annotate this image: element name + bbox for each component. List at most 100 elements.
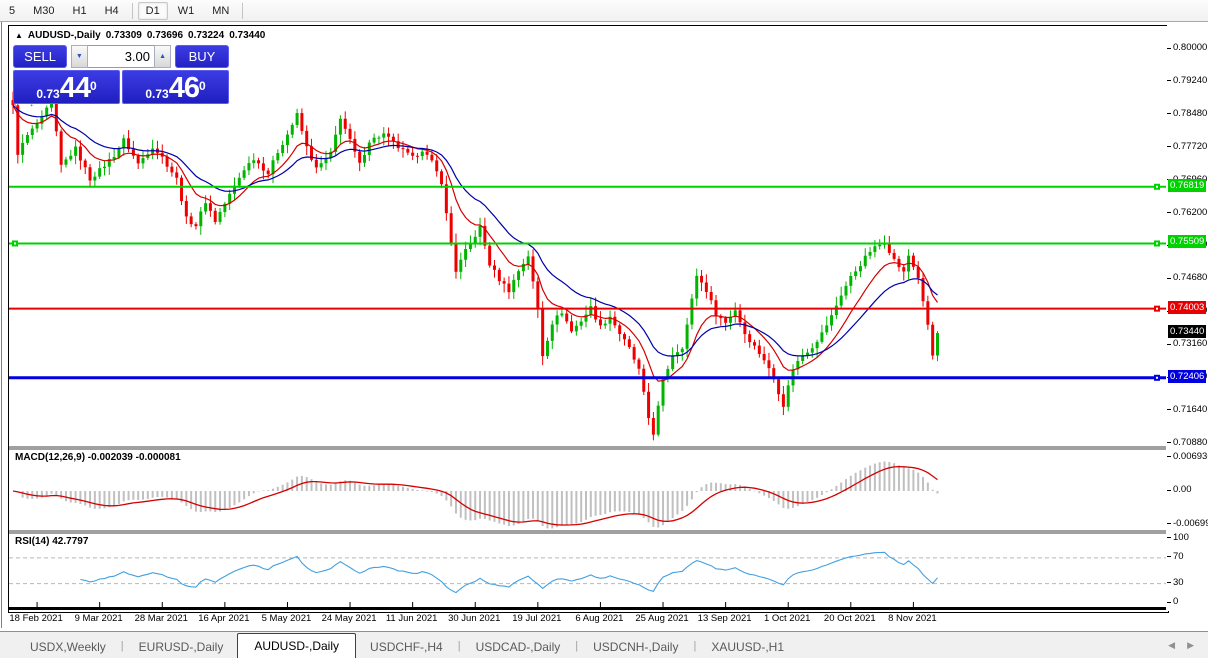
chart-symbol-title: AUDUSD-,Daily: [28, 30, 101, 41]
candle-body: [753, 342, 756, 345]
macd-histogram-bar: [363, 486, 365, 491]
collapse-arrow-icon[interactable]: ▲: [15, 31, 23, 40]
volume-input[interactable]: [88, 45, 154, 68]
macd-histogram-bar: [816, 491, 818, 498]
tab-scroll-left-icon[interactable]: ◀: [1168, 640, 1175, 651]
candle-body: [74, 147, 77, 156]
macd-histogram-bar: [421, 490, 423, 491]
timeframe-button-5[interactable]: 5: [1, 2, 23, 20]
rsi-label: RSI(14) 42.7797: [15, 536, 88, 547]
candle-body: [252, 160, 255, 163]
tab-usdcnh-daily[interactable]: USDCNH-,Daily: [579, 636, 692, 658]
macd-histogram-bar: [806, 491, 808, 502]
timeframe-button-w1[interactable]: W1: [170, 2, 203, 20]
candle-body: [214, 211, 217, 222]
candle-body: [849, 276, 852, 286]
candle-body: [782, 394, 785, 407]
macd-histogram-bar: [397, 486, 399, 491]
buy-button[interactable]: BUY: [175, 45, 229, 68]
candle-body: [69, 156, 72, 160]
macd-histogram-bar: [590, 491, 592, 517]
tab-scroll-right-icon[interactable]: ▶: [1187, 640, 1194, 651]
macd-histogram-bar: [855, 473, 857, 491]
macd-histogram-bar: [657, 491, 659, 527]
macd-histogram-bar: [229, 491, 231, 508]
macd-histogram-bar: [291, 480, 293, 491]
date-axis-label: 5 May 2021: [251, 613, 321, 624]
volume-decrease-button[interactable]: ▼: [71, 45, 88, 68]
macd-histogram-bar: [912, 470, 914, 491]
price-tick-label: 0.73160: [1173, 338, 1207, 349]
timeframe-toolbar: 5M30H1H4 D1W1MN: [0, 0, 1208, 22]
candle-body: [527, 256, 530, 264]
candle-body: [705, 282, 708, 292]
candle-body: [835, 306, 838, 316]
timeframe-button-mn[interactable]: MN: [204, 2, 237, 20]
price-chart-canvas[interactable]: ↓↓: [9, 26, 1166, 610]
macd-histogram-bar: [368, 486, 370, 491]
candle-body: [599, 319, 602, 325]
macd-histogram-bar: [667, 491, 669, 522]
date-axis-label: 25 Aug 2021: [627, 613, 697, 624]
macd-histogram-bar: [181, 491, 183, 502]
macd-histogram-bar: [599, 491, 601, 515]
macd-histogram-bar: [185, 491, 187, 506]
timeframe-button-d1[interactable]: D1: [138, 2, 168, 20]
spin-up-icon: ▲: [159, 53, 166, 60]
macd-histogram-bar: [754, 491, 756, 492]
date-axis-label: 20 Oct 2021: [815, 613, 885, 624]
macd-histogram-bar: [652, 491, 654, 527]
chart-title-bar: ▲ AUDUSD-,Daily 0.73309 0.73696 0.73224 …: [15, 30, 265, 41]
macd-histogram-bar: [118, 491, 120, 504]
macd-histogram-bar: [123, 491, 125, 501]
toolbar-separator: [132, 3, 133, 19]
candle-body: [281, 145, 284, 153]
candle-body: [84, 161, 87, 168]
tab-audusd-daily[interactable]: AUDUSD-,Daily: [237, 633, 356, 658]
tab-usdx-weekly[interactable]: USDX,Weekly: [16, 636, 120, 658]
macd-histogram-bar: [874, 464, 876, 491]
candle-body: [430, 155, 433, 161]
timeframe-button-h1[interactable]: H1: [65, 2, 95, 20]
buy-price-panel[interactable]: 0.73 46 0: [122, 70, 229, 104]
macd-histogram-bar: [253, 491, 255, 493]
macd-histogram-bar: [643, 491, 645, 518]
macd-histogram-bar: [22, 491, 24, 498]
candle-body: [642, 369, 645, 392]
candle-body: [758, 346, 761, 354]
timeframe-button-m30[interactable]: M30: [25, 2, 62, 20]
price-tick-label: 0.70880: [1173, 437, 1207, 448]
macd-histogram-bar: [513, 491, 515, 526]
macd-histogram-bar: [132, 491, 134, 500]
candle-body: [777, 379, 780, 394]
macd-histogram-bar: [917, 473, 919, 491]
tab-usdchf-h4[interactable]: USDCHF-,H4: [356, 636, 457, 658]
candle-body: [166, 157, 169, 167]
tab-xauusd-h1[interactable]: XAUUSD-,H1: [697, 636, 798, 658]
macd-histogram-bar: [696, 491, 698, 492]
macd-histogram-bar: [648, 491, 650, 522]
candle-body: [286, 135, 289, 145]
volume-increase-button[interactable]: ▲: [154, 45, 171, 68]
macd-histogram-bar: [51, 491, 53, 494]
date-axis-label: 28 Mar 2021: [126, 613, 196, 624]
tab-eurusd-daily[interactable]: EURUSD-,Daily: [125, 636, 238, 658]
sell-button[interactable]: SELL: [13, 45, 67, 68]
candle-body: [440, 171, 443, 184]
timeframe-button-h4[interactable]: H4: [97, 2, 127, 20]
macd-histogram-bar: [835, 486, 837, 491]
macd-histogram-bar: [166, 491, 168, 498]
sell-price-panel[interactable]: 0.73 44 0: [13, 70, 120, 104]
axis-tick-mark: [1167, 48, 1171, 49]
candle-body: [454, 243, 457, 272]
macd-histogram-bar: [436, 491, 438, 494]
candle-body: [787, 385, 790, 406]
macd-histogram-bar: [662, 491, 664, 525]
macd-histogram-bar: [869, 465, 871, 491]
candle-body: [209, 203, 212, 211]
price-tick-label: 0.76200: [1173, 207, 1207, 218]
macd-histogram-bar: [373, 485, 375, 491]
tab-usdcad-daily[interactable]: USDCAD-,Daily: [462, 636, 575, 658]
macd-label: MACD(12,26,9) -0.002039 -0.000081: [15, 452, 181, 463]
date-axis-label: 13 Sep 2021: [690, 613, 760, 624]
